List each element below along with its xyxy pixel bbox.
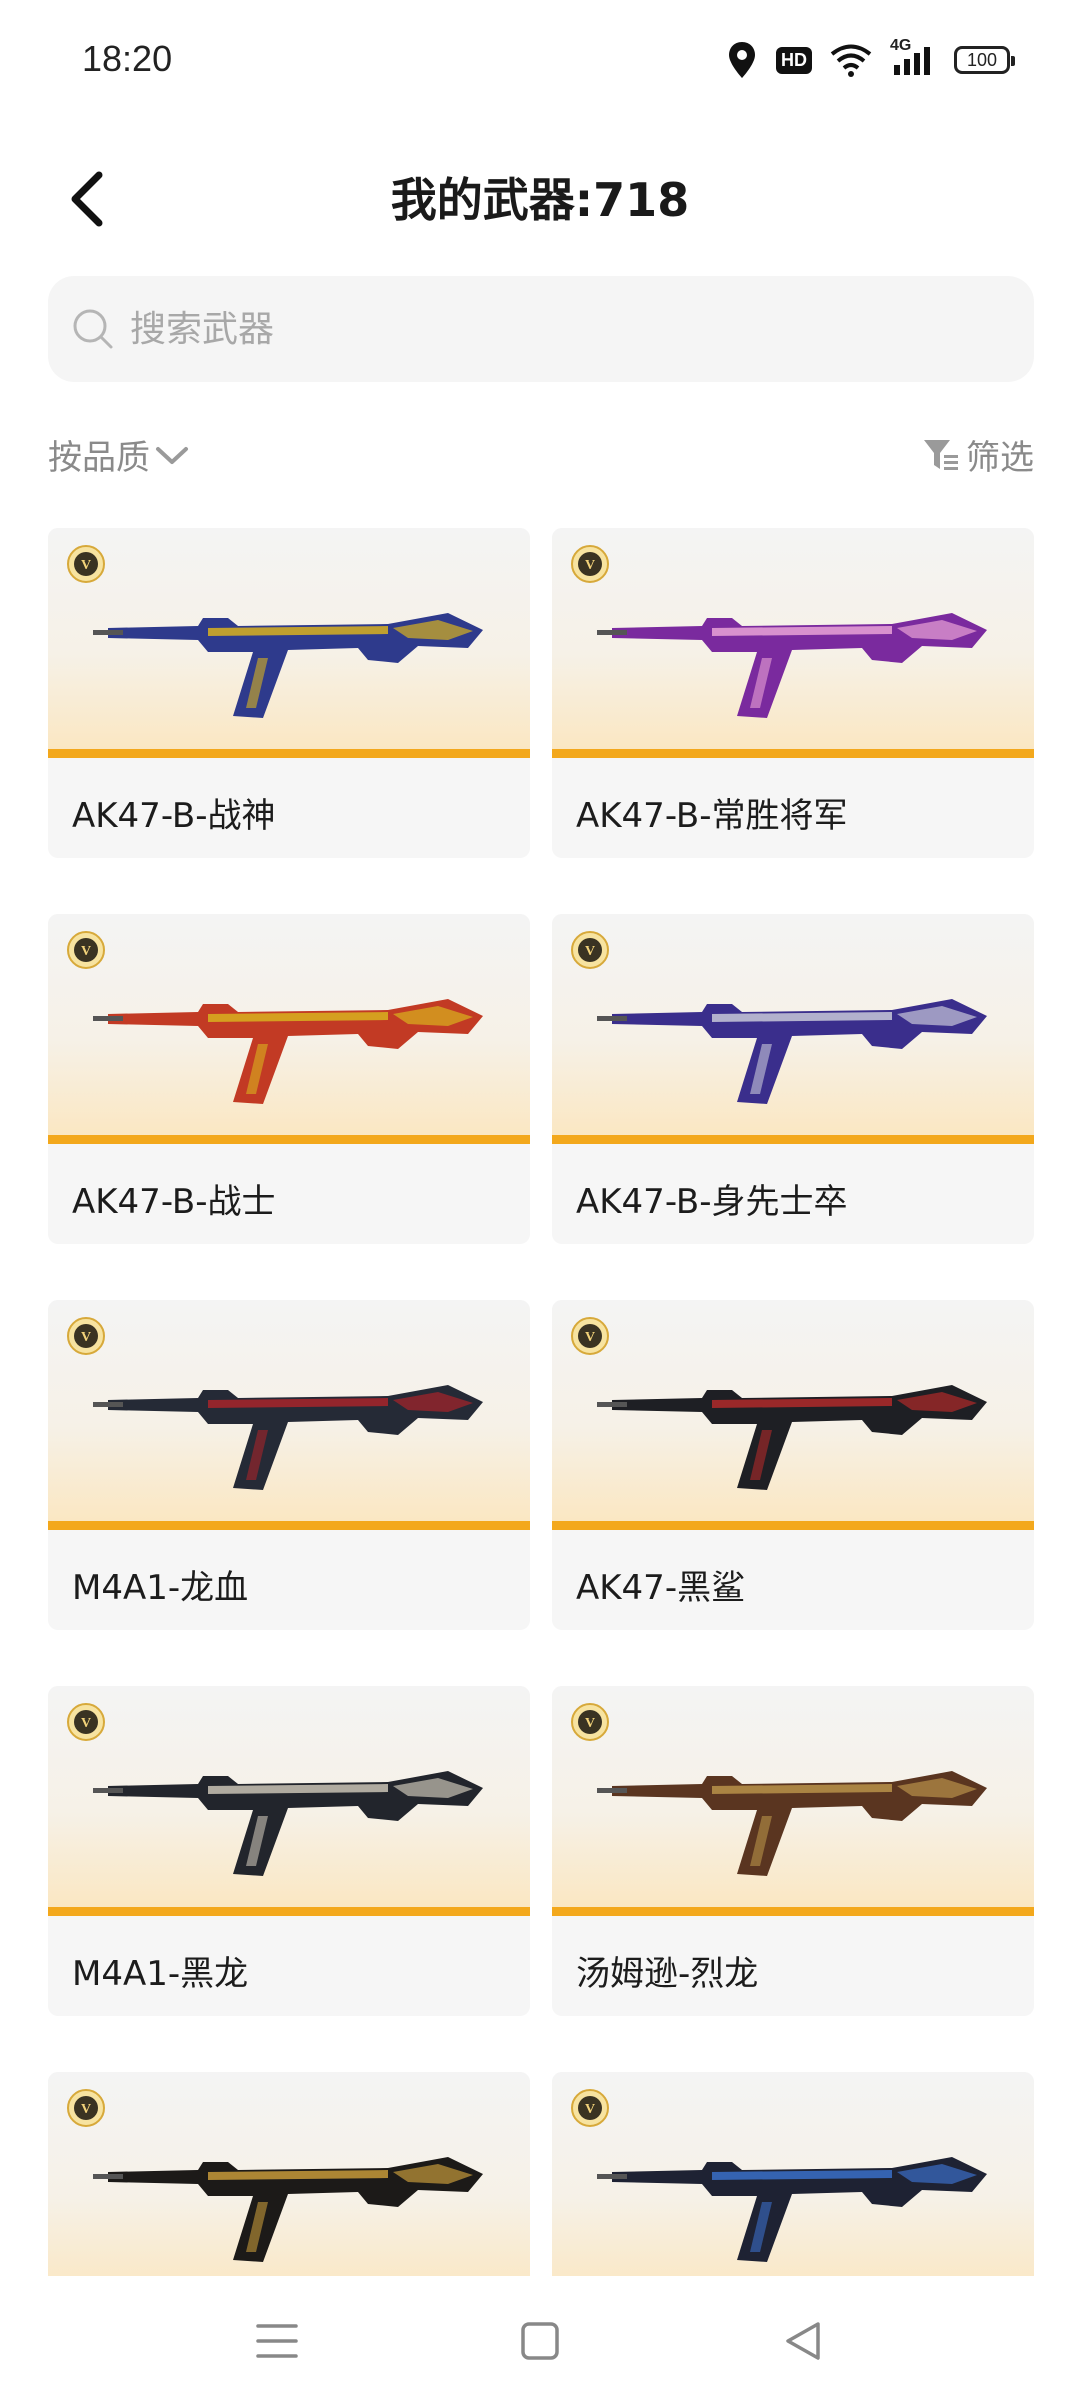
rarity-bar — [48, 749, 530, 758]
cellular-signal-icon: 4G — [890, 37, 936, 77]
weapon-image: V — [48, 1300, 530, 1530]
back-nav-icon[interactable] — [778, 2316, 828, 2366]
weapon-image: V — [48, 2072, 530, 2278]
battery-level: 100 — [966, 49, 998, 70]
weapon-card[interactable]: V M4A1-龙血 — [48, 1300, 530, 1630]
menu-nav-icon[interactable] — [252, 2316, 302, 2366]
weapon-grid: V AK47-B-战神 V AK47-B-常胜将军 V AK47-B-战士 V … — [48, 528, 1034, 2278]
page-title: 我的武器:718 — [390, 173, 690, 227]
rarity-bar — [48, 1907, 530, 1916]
filter-row: 按品质 筛选 — [48, 430, 1034, 490]
weapon-card[interactable]: V 汤姆逊-烈龙 — [552, 1686, 1034, 2016]
rifle-icon — [597, 1385, 987, 1490]
rifle-icon — [597, 613, 987, 718]
weapon-card[interactable]: V AK47-B-常胜将军 — [552, 528, 1034, 858]
rarity-bar — [552, 749, 1034, 758]
weapon-name: AK47-黑鲨 — [576, 1568, 746, 1608]
rifle-icon — [93, 1385, 483, 1490]
system-nav-bar — [0, 2276, 1080, 2400]
weapon-image: V — [552, 1686, 1034, 1916]
filter-icon — [924, 439, 958, 470]
weapon-card[interactable]: V — [552, 2072, 1034, 2278]
weapon-card[interactable]: V AK47-B-战士 — [48, 914, 530, 1244]
weapon-name: 汤姆逊-烈龙 — [576, 1954, 759, 1994]
weapon-name: AK47-B-常胜将军 — [576, 796, 848, 836]
weapon-card[interactable]: V M4A1-黑龙 — [48, 1686, 530, 2016]
rifle-icon — [93, 613, 483, 718]
header: 我的武器:718 — [0, 150, 1080, 240]
rifle-icon — [93, 999, 483, 1104]
rifle-icon — [93, 1771, 483, 1876]
hd-badge: HD — [776, 46, 812, 74]
home-nav-icon[interactable] — [515, 2316, 565, 2366]
status-bar: 18:20 HD 4G 100 — [0, 0, 1080, 124]
weapon-name: AK47-B-身先士卒 — [576, 1182, 848, 1222]
filter-button[interactable]: 筛选 — [922, 430, 1034, 479]
weapon-name: M4A1-龙血 — [72, 1568, 249, 1608]
rarity-bar — [552, 1135, 1034, 1144]
sort-by-quality-button[interactable]: 按品质 — [48, 430, 190, 479]
search-bar[interactable] — [48, 276, 1034, 382]
weapon-name: AK47-B-战神 — [72, 796, 276, 836]
weapon-image: V — [552, 528, 1034, 758]
weapon-name: M4A1-黑龙 — [72, 1954, 249, 1994]
location-icon — [729, 42, 755, 78]
search-icon — [73, 309, 113, 349]
rarity-bar — [552, 1521, 1034, 1530]
rarity-bar — [552, 1907, 1034, 1916]
search-input[interactable] — [128, 307, 992, 351]
weapon-name: AK47-B-战士 — [72, 1182, 276, 1222]
wifi-icon — [830, 44, 872, 77]
weapon-image: V — [552, 1300, 1034, 1530]
sort-label: 按品质 — [48, 438, 150, 478]
battery-icon: 100 — [954, 46, 1015, 74]
weapon-card[interactable]: V AK47-B-战神 — [48, 528, 530, 858]
weapon-image: V — [48, 1686, 530, 1916]
chevron-down-icon — [156, 446, 188, 464]
weapon-card[interactable]: V — [48, 2072, 530, 2278]
filter-label: 筛选 — [966, 438, 1034, 478]
weapon-image: V — [552, 2072, 1034, 2278]
weapon-image: V — [48, 914, 530, 1144]
status-time: 18:20 — [82, 38, 173, 79]
weapon-image: V — [552, 914, 1034, 1144]
rifle-icon — [597, 2157, 987, 2262]
rifle-icon — [597, 1771, 987, 1876]
rifle-icon — [597, 999, 987, 1104]
rarity-bar — [48, 1135, 530, 1144]
rarity-bar — [48, 1521, 530, 1530]
weapon-image: V — [48, 528, 530, 758]
weapon-card[interactable]: V AK47-B-身先士卒 — [552, 914, 1034, 1244]
weapon-card[interactable]: V AK47-黑鲨 — [552, 1300, 1034, 1630]
rifle-icon — [93, 2157, 483, 2262]
status-icons: HD 4G 100 — [726, 37, 1015, 80]
